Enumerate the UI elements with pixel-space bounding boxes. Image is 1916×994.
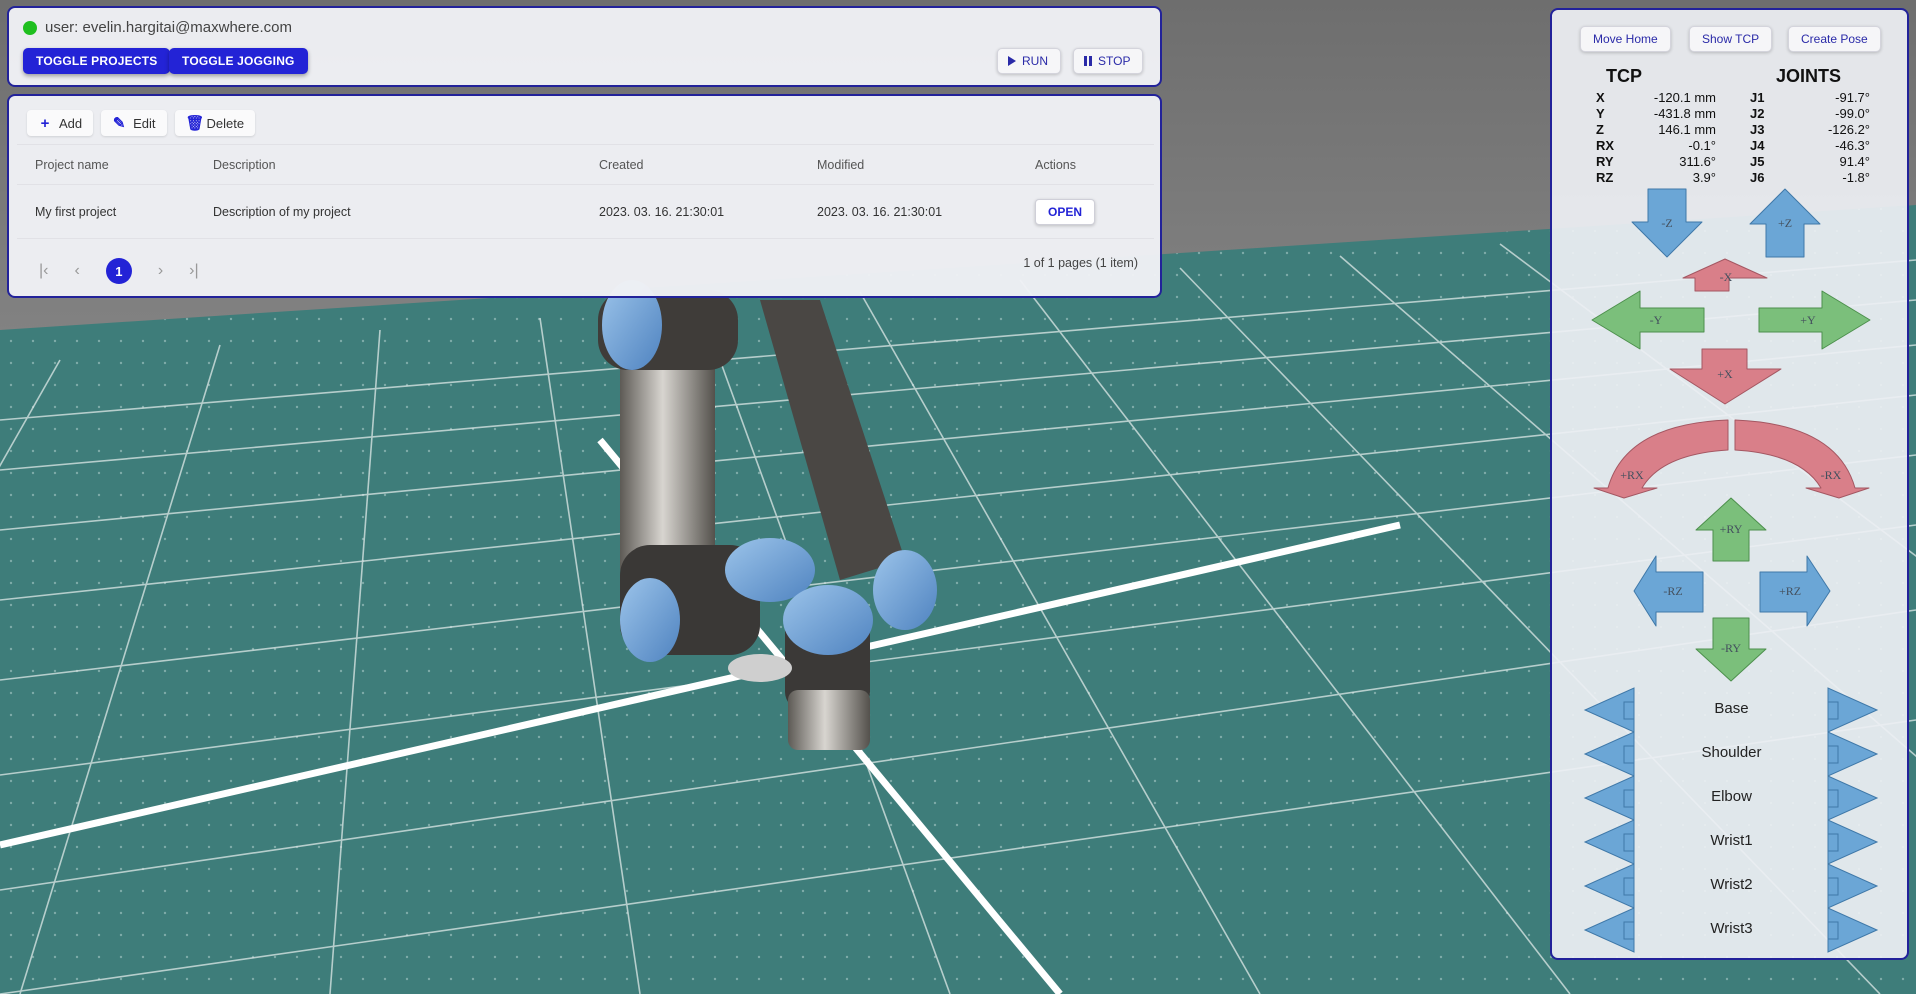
jog-plus-rz-label: +RZ [1779,584,1801,598]
jog-plus-rz-button[interactable]: +RZ [1759,555,1831,627]
first-page-icon[interactable]: |‹ [39,262,48,280]
jog-plus-ry-label: +RY [1720,522,1743,536]
stop-label: STOP [1098,54,1131,68]
delete-project-button[interactable]: 🗑 Delete [174,110,256,136]
edit-project-button[interactable]: ✎ Edit [101,110,167,136]
jog-plus-y-button[interactable]: +Y [1758,290,1871,350]
column-header-description[interactable]: Description [195,144,581,185]
jog-minus-rx-button[interactable]: -RX [1734,419,1870,499]
project-modified-cell: 2023. 03. 16. 21:30:01 [799,184,1017,239]
page-number-button[interactable]: 1 [105,258,132,284]
jog-minus-rz-label: -RZ [1663,584,1682,598]
jog-minus-x-button[interactable]: -X [1682,258,1768,292]
joint-label-wrist1: Wrist1 [1710,832,1753,849]
pause-icon [1084,56,1092,66]
table-row[interactable]: My first project Description of my proje… [17,184,1154,239]
joint-label-wrist3: Wrist3 [1710,920,1753,937]
run-label: RUN [1022,54,1048,68]
jog-minus-rx-label: -RX [1821,468,1842,482]
jog-plus-rx-button[interactable]: +RX [1593,419,1729,499]
add-project-button[interactable]: + Add [27,110,94,136]
connection-status-icon [23,20,37,35]
open-project-button[interactable]: OPEN [1035,198,1096,225]
jog-arrow-pad: -Z +Z -X -Y +Y +X +RX -RX +RY -RZ +RZ -R… [1583,188,1879,953]
user-info: user: evelin.hargitai@maxwhere.com [23,19,292,36]
stop-button[interactable]: STOP [1073,48,1144,74]
jog-minus-z-button[interactable]: -Z [1631,188,1703,258]
last-page-icon[interactable]: ›| [189,262,198,280]
top-control-bar: user: evelin.hargitai@maxwhere.com TOGGL… [7,6,1162,87]
projects-table: Project name Description Created Modifie… [17,144,1154,239]
jog-minus-z-label: -Z [1661,216,1672,230]
projects-panel: + Add ✎ Edit 🗑 Delete Project name Descr… [7,94,1162,298]
jog-plus-x-label: +X [1717,367,1733,381]
joint-label-elbow: Elbow [1711,788,1752,805]
next-page-icon[interactable]: › [158,262,163,280]
project-name-cell: My first project [17,184,195,239]
jog-plus-rx-label: +RX [1620,468,1644,482]
joint-label-shoulder: Shoulder [1701,744,1762,761]
add-label: Add [59,115,83,131]
jog-minus-ry-button[interactable]: -RY [1695,617,1767,682]
jog-plus-x-button[interactable]: +X [1669,348,1782,405]
joint-label-base: Base [1714,700,1749,717]
jog-minus-x-label: -X [1720,270,1733,284]
project-created-cell: 2023. 03. 16. 21:30:01 [581,184,799,239]
pencil-icon: ✎ [112,115,126,132]
toggle-projects-button[interactable]: TOGGLE PROJECTS [23,48,171,74]
jog-plus-y-label: +Y [1800,313,1816,327]
jog-minus-ry-label: -RY [1721,641,1741,655]
delete-label: Delete [206,115,245,131]
jog-plus-z-label: +Z [1778,216,1792,230]
jog-minus-y-button[interactable]: -Y [1591,290,1705,350]
user-email-label: user: evelin.hargitai@maxwhere.com [45,19,292,36]
jog-minus-rz-button[interactable]: -RZ [1633,555,1704,627]
project-description-cell: Description of my project [195,184,581,239]
jog-plus-ry-button[interactable]: +RY [1695,497,1767,562]
run-button[interactable]: RUN [997,48,1061,74]
column-header-created[interactable]: Created [581,144,799,185]
jogging-panel: Move Home Show TCP Create Pose TCP X -120… [1550,8,1909,960]
projects-toolbar: + Add ✎ Edit 🗑 Delete [27,110,256,136]
joint-label-wrist2: Wrist2 [1710,876,1753,893]
play-icon [1008,56,1016,66]
edit-label: Edit [133,115,156,131]
jog-plus-z-button[interactable]: +Z [1749,188,1821,258]
jog-minus-y-label: -Y [1650,313,1663,327]
pagination-info: 1 of 1 pages (1 item) [1023,256,1138,270]
toggle-jogging-button[interactable]: TOGGLE JOGGING [169,48,308,74]
column-header-modified[interactable]: Modified [799,144,1017,185]
pagination: |‹ ‹ 1 › ›| [39,258,199,284]
table-header-row: Project name Description Created Modifie… [17,144,1154,185]
column-header-actions: Actions [1017,144,1154,185]
trash-icon: 🗑 [185,115,205,132]
plus-icon: + [40,114,50,132]
previous-page-icon[interactable]: ‹ [74,262,79,280]
column-header-project-name[interactable]: Project name [17,144,195,185]
project-actions-cell: OPEN [1017,184,1154,239]
